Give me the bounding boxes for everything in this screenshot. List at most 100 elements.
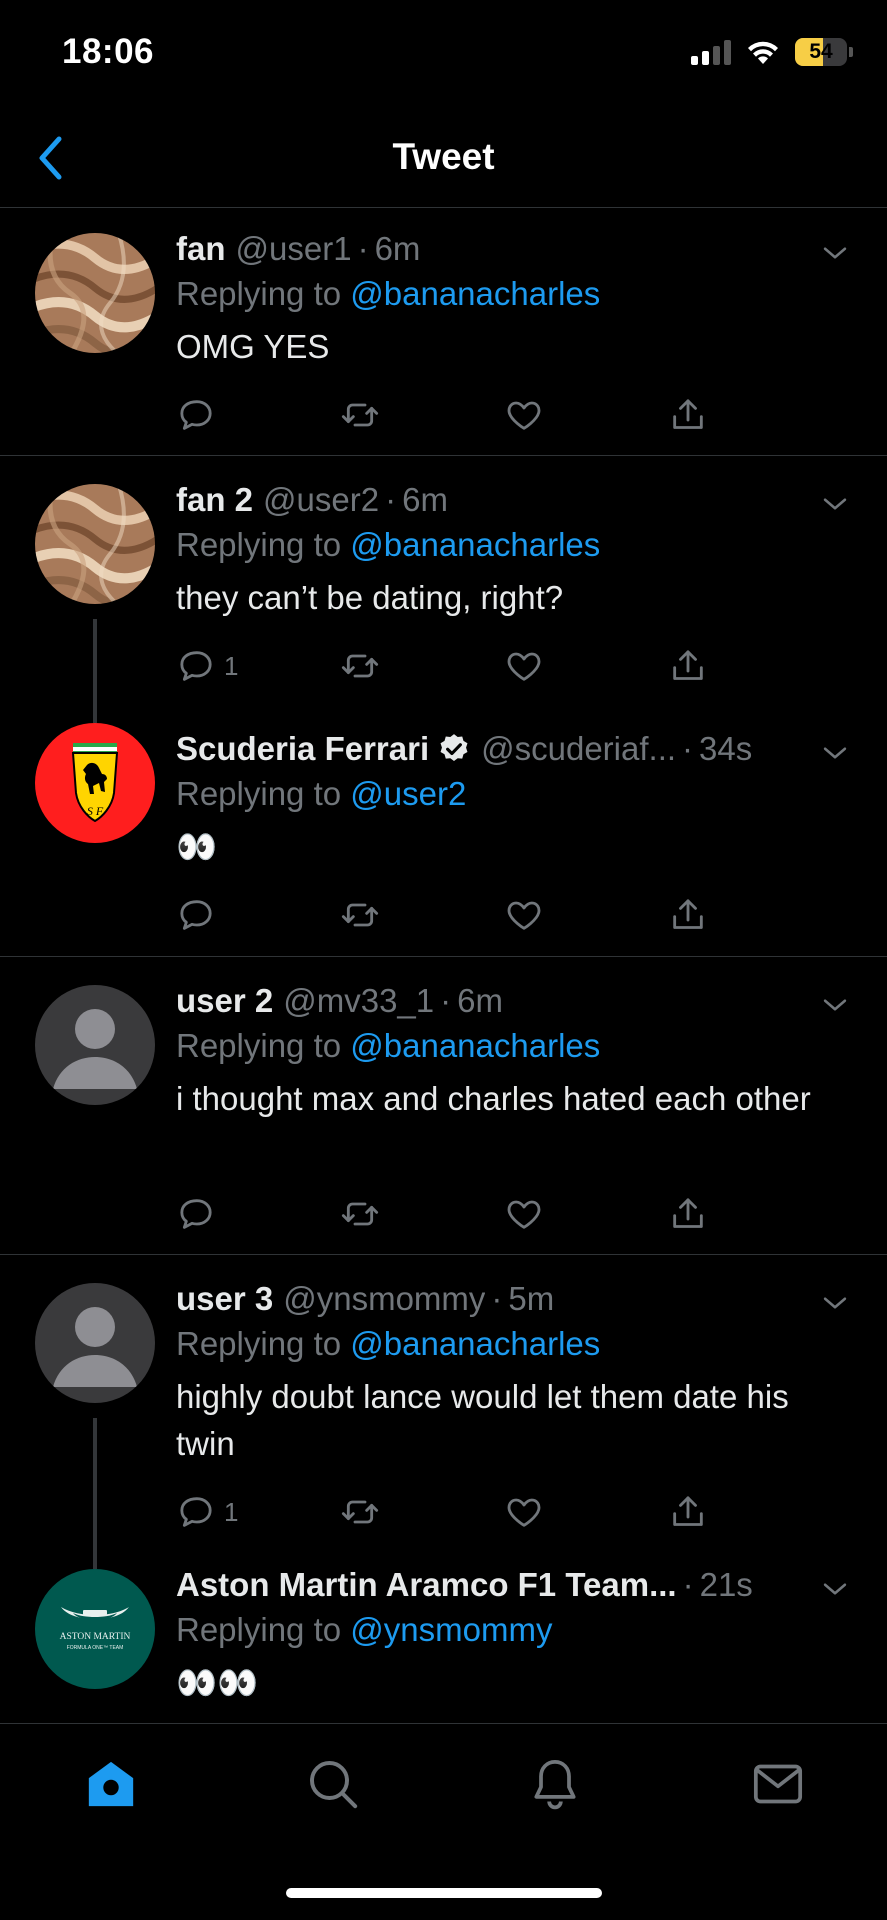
mention-link[interactable]: @user2 (350, 775, 466, 812)
mention-link[interactable]: @bananacharles (350, 526, 600, 563)
share-button[interactable] (668, 395, 708, 435)
user-handle[interactable]: @ynsmommy (283, 1277, 485, 1321)
separator: · (682, 730, 694, 767)
ferrari-logo: S F (35, 723, 155, 843)
user-handle[interactable]: @user2 (263, 478, 379, 522)
avatar[interactable] (35, 484, 155, 604)
avatar[interactable] (35, 985, 155, 1105)
tweet-menu-button[interactable] (817, 235, 853, 271)
aston-martin-wordmark: ASTON MARTIN (60, 1632, 131, 1642)
separator: · (440, 982, 452, 1019)
tweet[interactable]: ASTON MARTIN FORMULA ONE™ TEAM Aston Mar… (0, 1555, 887, 1723)
reply-button[interactable]: 1 (176, 1492, 238, 1532)
tab-messages[interactable] (748, 1754, 808, 1814)
timestamp: 6m (457, 982, 503, 1019)
mention-link[interactable]: @bananacharles (350, 1325, 600, 1362)
chevron-down-icon (818, 236, 852, 270)
search-icon (310, 1761, 358, 1809)
replying-to: Replying to @bananacharles (176, 271, 847, 317)
replying-to-label: Replying to (176, 1027, 351, 1064)
reply-button[interactable] (176, 1194, 224, 1234)
replying-to: Replying to @bananacharles (176, 522, 847, 568)
retweet-icon (340, 1194, 380, 1234)
heart-icon (504, 1194, 544, 1234)
chevron-down-icon (818, 487, 852, 521)
like-button[interactable] (504, 395, 544, 435)
reply-icon (176, 1492, 216, 1532)
tweet-actions: 1 (176, 1492, 716, 1542)
share-icon (668, 1194, 708, 1234)
share-button[interactable] (668, 1492, 708, 1532)
share-icon (668, 1492, 708, 1532)
mention-link[interactable]: @bananacharles (350, 275, 600, 312)
avatar[interactable] (35, 1283, 155, 1403)
tweet[interactable]: user 2 @mv33_1 · 6m Replying to @bananac… (0, 957, 887, 1255)
aston-martin-subtitle: FORMULA ONE™ TEAM (67, 1645, 124, 1651)
aston-martin-logo: ASTON MARTIN FORMULA ONE™ TEAM (35, 1569, 155, 1689)
user-handle[interactable]: @user1 (236, 227, 352, 271)
reply-button[interactable] (176, 395, 224, 435)
replying-to-label: Replying to (176, 526, 351, 563)
tab-notifications[interactable] (525, 1754, 585, 1814)
retweet-button[interactable] (340, 895, 380, 935)
reply-count: 1 (224, 650, 239, 681)
replying-to-label: Replying to (176, 1611, 351, 1648)
home-indicator[interactable] (286, 1888, 602, 1898)
tweet[interactable]: fan 2 @user2 · 6m Replying to @bananacha… (0, 456, 887, 709)
status-icons: 54 (691, 38, 853, 66)
retweet-button[interactable] (340, 1492, 380, 1532)
tab-home[interactable] (81, 1754, 141, 1814)
tweet-text: OMG YES (176, 328, 330, 365)
retweet-button[interactable] (340, 1194, 380, 1234)
timestamp: 6m (402, 481, 448, 518)
display-name[interactable]: user 2 (176, 979, 273, 1023)
tweet[interactable]: fan @user1 · 6m Replying to @bananacharl… (0, 209, 887, 456)
display-name[interactable]: user 3 (176, 1277, 273, 1321)
tweet-header: fan @user1 · 6m (176, 227, 847, 271)
share-button[interactable] (668, 646, 708, 686)
like-button[interactable] (504, 895, 544, 935)
replying-to: Replying to @bananacharles (176, 1321, 847, 1367)
share-button[interactable] (668, 895, 708, 935)
reply-button[interactable] (176, 895, 224, 935)
tweet-actions (176, 895, 716, 945)
mention-link[interactable]: @bananacharles (350, 1027, 600, 1064)
like-button[interactable] (504, 1492, 544, 1532)
user-handle[interactable]: @mv33_1 (283, 979, 434, 1023)
tweet-text: 👀 (176, 828, 218, 865)
like-button[interactable] (504, 646, 544, 686)
display-name[interactable]: Scuderia Ferrari (176, 727, 429, 771)
user-handle[interactable]: @scuderiaf... (481, 727, 676, 771)
reply-button[interactable]: 1 (176, 646, 238, 686)
tweet-menu-button[interactable] (817, 1285, 853, 1321)
avatar[interactable] (35, 233, 155, 353)
thread-line (93, 1555, 97, 1569)
tweet-list[interactable]: fan @user1 · 6m Replying to @bananacharl… (0, 209, 887, 1723)
retweet-icon (340, 895, 380, 935)
tab-search[interactable] (303, 1754, 363, 1814)
replying-to: Replying to @ynsmommy (176, 1607, 847, 1653)
avatar[interactable]: S F (35, 723, 155, 843)
mention-link[interactable]: @ynsmommy (350, 1611, 552, 1648)
separator: · (385, 481, 397, 518)
tweet-menu-button[interactable] (817, 987, 853, 1023)
tweet[interactable]: S F Scuderia Ferrari @scuderiaf... · 34s… (0, 709, 887, 957)
heart-icon (504, 395, 544, 435)
share-button[interactable] (668, 1194, 708, 1234)
display-name[interactable]: Aston Martin Aramco F1 Team... (176, 1563, 677, 1607)
reply-icon (176, 895, 216, 935)
tweet-menu-button[interactable] (817, 735, 853, 771)
chevron-down-icon (818, 988, 852, 1022)
display-name[interactable]: fan (176, 227, 226, 271)
retweet-button[interactable] (340, 395, 380, 435)
tweet-header: user 2 @mv33_1 · 6m (176, 979, 847, 1023)
tweet-menu-button[interactable] (817, 1571, 853, 1607)
replying-to: Replying to @bananacharles (176, 1023, 847, 1069)
tweet[interactable]: user 3 @ynsmommy · 5m Replying to @banan… (0, 1255, 887, 1555)
tweet-text: i thought max and charles hated each oth… (176, 1080, 811, 1117)
avatar[interactable]: ASTON MARTIN FORMULA ONE™ TEAM (35, 1569, 155, 1689)
display-name[interactable]: fan 2 (176, 478, 253, 522)
like-button[interactable] (504, 1194, 544, 1234)
tweet-menu-button[interactable] (817, 486, 853, 522)
retweet-button[interactable] (340, 646, 380, 686)
